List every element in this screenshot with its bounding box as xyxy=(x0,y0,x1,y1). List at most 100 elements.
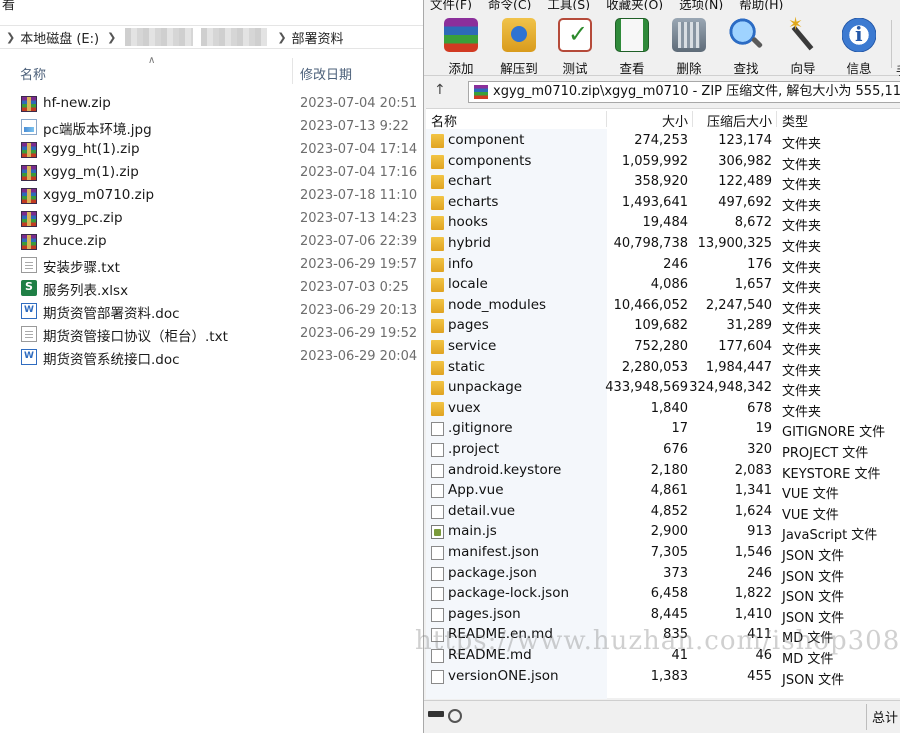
archive-file-row[interactable]: main.js 2,900 913 JavaScript 文件 xyxy=(426,522,900,543)
column-header-modified[interactable]: 修改日期 xyxy=(300,64,352,83)
archive-folder-row[interactable]: echart 358,920 122,489 文件夹 xyxy=(426,172,900,193)
file-modified-date: 2023-07-18 11:10 xyxy=(300,188,418,203)
menu-favorites[interactable]: 收藏夹(O) xyxy=(606,0,663,10)
trash-can-icon xyxy=(672,18,706,52)
chevron-right-icon[interactable]: ❯ xyxy=(277,31,286,44)
file-row[interactable]: 期货资管部署资料.doc 2023-06-29 20:13 xyxy=(0,300,425,323)
menu-commands[interactable]: 命令(C) xyxy=(488,0,531,10)
column-header-type[interactable]: 类型 xyxy=(782,111,808,131)
file-name: zhuce.zip xyxy=(43,233,107,249)
archive-file-row[interactable]: package-lock.json 6,458 1,822 JSON 文件 xyxy=(426,584,900,605)
file-row[interactable]: xgyg_m0710.zip 2023-07-18 11:10 xyxy=(0,185,425,208)
toolbar-overflow-label[interactable]: 手 xyxy=(896,62,900,79)
add-button[interactable]: 添加 xyxy=(432,16,490,76)
archive-file-row[interactable]: .gitignore 17 19 GITIGNORE 文件 xyxy=(426,419,900,440)
drive-key-icon[interactable] xyxy=(428,709,462,723)
archive-path-field[interactable]: xgyg_m0710.zip\xgyg_m0710 - ZIP 压缩文件, 解包… xyxy=(468,81,900,103)
column-header-name[interactable]: 名称 xyxy=(431,111,457,131)
folder-icon xyxy=(431,360,444,375)
file-row[interactable]: xgyg_ht(1).zip 2023-07-04 17:14 xyxy=(0,139,425,162)
archive-file-row[interactable]: pages.json 8,445 1,410 JSON 文件 xyxy=(426,605,900,626)
view-button[interactable]: 查看 xyxy=(603,16,661,76)
up-arrow-icon[interactable]: ↑ xyxy=(434,82,446,98)
archive-file-row[interactable]: manifest.json 7,305 1,546 JSON 文件 xyxy=(426,543,900,564)
info-button[interactable]: 信息 xyxy=(830,16,888,76)
menu-file[interactable]: 文件(F) xyxy=(430,0,472,10)
column-header-packed[interactable]: 压缩后大小 xyxy=(707,111,772,131)
entry-type: JSON 文件 xyxy=(782,549,845,564)
extract-to-button[interactable]: 解压到 xyxy=(490,16,548,76)
entry-name: hooks xyxy=(448,214,488,231)
entry-size: 358,920 xyxy=(634,174,688,190)
entry-size: 246 xyxy=(663,256,688,272)
file-row[interactable]: pc端版本环境.jpg 2023-07-13 9:22 xyxy=(0,116,425,139)
column-divider[interactable] xyxy=(776,111,777,127)
column-divider[interactable] xyxy=(606,111,607,127)
file-row[interactable]: 期货资管接口协议（柜台）.txt 2023-06-29 19:52 xyxy=(0,323,425,346)
column-divider[interactable] xyxy=(692,111,693,127)
archive-file-row[interactable]: README.md 41 46 MD 文件 xyxy=(426,646,900,667)
file-row[interactable]: 安装步骤.txt 2023-06-29 19:57 xyxy=(0,254,425,277)
entry-type: 文件夹 xyxy=(782,322,822,338)
entry-name: locale xyxy=(448,276,488,293)
entry-type: JSON 文件 xyxy=(782,569,845,585)
archive-folder-row[interactable]: locale 4,086 1,657 文件夹 xyxy=(426,275,900,296)
address-bar[interactable]: ❯ 本地磁盘 (E:) ❯ ❯ 部署资料 xyxy=(0,25,425,49)
archive-folder-row[interactable]: static 2,280,053 1,984,447 文件夹 xyxy=(426,358,900,379)
file-row[interactable]: 期货资管系统接口.doc 2023-06-29 20:04 xyxy=(0,346,425,369)
menu-help[interactable]: 帮助(H) xyxy=(739,0,783,10)
archive-folder-row[interactable]: pages 109,682 31,289 文件夹 xyxy=(426,316,900,337)
archive-file-row[interactable]: App.vue 4,861 1,341 VUE 文件 xyxy=(426,481,900,502)
file-row[interactable]: hf-new.zip 2023-07-04 20:51 xyxy=(0,93,425,116)
entry-size: 433,948,569 xyxy=(605,380,688,396)
menu-tools[interactable]: 工具(S) xyxy=(547,0,590,10)
breadcrumb-current-folder[interactable]: 部署资料 xyxy=(292,28,344,47)
archive-folder-row[interactable]: hooks 19,484 8,672 文件夹 xyxy=(426,213,900,234)
archive-folder-row[interactable]: component 274,253 123,174 文件夹 xyxy=(426,131,900,152)
file-icon xyxy=(431,484,444,499)
entry-size: 8,445 xyxy=(650,606,688,622)
archive-folder-row[interactable]: vuex 1,840 678 文件夹 xyxy=(426,399,900,420)
entry-packed-size: 306,982 xyxy=(718,153,772,169)
entry-size: 4,852 xyxy=(650,503,688,519)
archive-folder-row[interactable]: unpackage 433,948,569 324,948,342 文件夹 xyxy=(426,378,900,399)
file-row[interactable]: 服务列表.xlsx 2023-07-03 0:25 xyxy=(0,277,425,300)
file-row[interactable]: xgyg_pc.zip 2023-07-13 14:23 xyxy=(0,208,425,231)
folder-icon xyxy=(431,195,444,210)
archive-file-row[interactable]: package.json 373 246 JSON 文件 xyxy=(426,564,900,585)
chevron-right-icon[interactable]: ❯ xyxy=(107,31,116,44)
archive-file-row[interactable]: .project 676 320 PROJECT 文件 xyxy=(426,440,900,461)
archive-folder-row[interactable]: node_modules 10,466,052 2,247,540 文件夹 xyxy=(426,296,900,317)
archive-folder-row[interactable]: echarts 1,493,641 497,692 文件夹 xyxy=(426,193,900,214)
archive-folder-row[interactable]: service 752,280 177,604 文件夹 xyxy=(426,337,900,358)
archive-file-row[interactable]: versionONE.json 1,383 455 JSON 文件 xyxy=(426,667,900,688)
column-header-size[interactable]: 大小 xyxy=(648,111,688,131)
archive-file-row[interactable]: README.en.md 835 411 MD 文件 xyxy=(426,625,900,646)
menu-options[interactable]: 选项(N) xyxy=(679,0,723,10)
column-header-name[interactable]: 名称 xyxy=(20,64,46,83)
find-button[interactable]: 查找 xyxy=(717,16,775,76)
entry-packed-size: 123,174 xyxy=(718,133,772,148)
delete-button[interactable]: 删除 xyxy=(660,16,718,76)
entry-type: 文件夹 xyxy=(782,178,822,194)
entry-name: pages.json xyxy=(448,605,521,622)
folder-icon xyxy=(431,340,444,354)
archive-folder-row[interactable]: info 246 176 文件夹 xyxy=(426,255,900,276)
explorer-view-menu[interactable]: 看 xyxy=(0,0,15,13)
breadcrumb-drive[interactable]: 本地磁盘 (E:) xyxy=(20,28,99,47)
archive-folder-row[interactable]: hybrid 40,798,738 13,900,325 文件夹 xyxy=(426,234,900,255)
chevron-right-icon[interactable]: ❯ xyxy=(6,31,15,44)
entry-type: MD 文件 xyxy=(782,652,834,667)
entry-packed-size: 1,624 xyxy=(734,503,772,519)
file-name: 安装步骤.txt xyxy=(43,260,120,276)
archive-file-row[interactable]: detail.vue 4,852 1,624 VUE 文件 xyxy=(426,502,900,523)
wizard-button[interactable]: 向导 xyxy=(774,14,832,76)
entry-size: 10,466,052 xyxy=(613,297,688,313)
archive-folder-row[interactable]: components 1,059,992 306,982 文件夹 xyxy=(426,152,900,173)
test-button[interactable]: 测试 xyxy=(546,16,604,76)
column-divider[interactable] xyxy=(292,58,293,84)
archive-file-row[interactable]: android.keystore 2,180 2,083 KEYSTORE 文件 xyxy=(426,461,900,482)
file-row[interactable]: xgyg_m(1).zip 2023-07-04 17:16 xyxy=(0,162,425,185)
file-row[interactable]: zhuce.zip 2023-07-06 22:39 xyxy=(0,231,425,254)
file-modified-date: 2023-06-29 19:52 xyxy=(300,326,418,341)
